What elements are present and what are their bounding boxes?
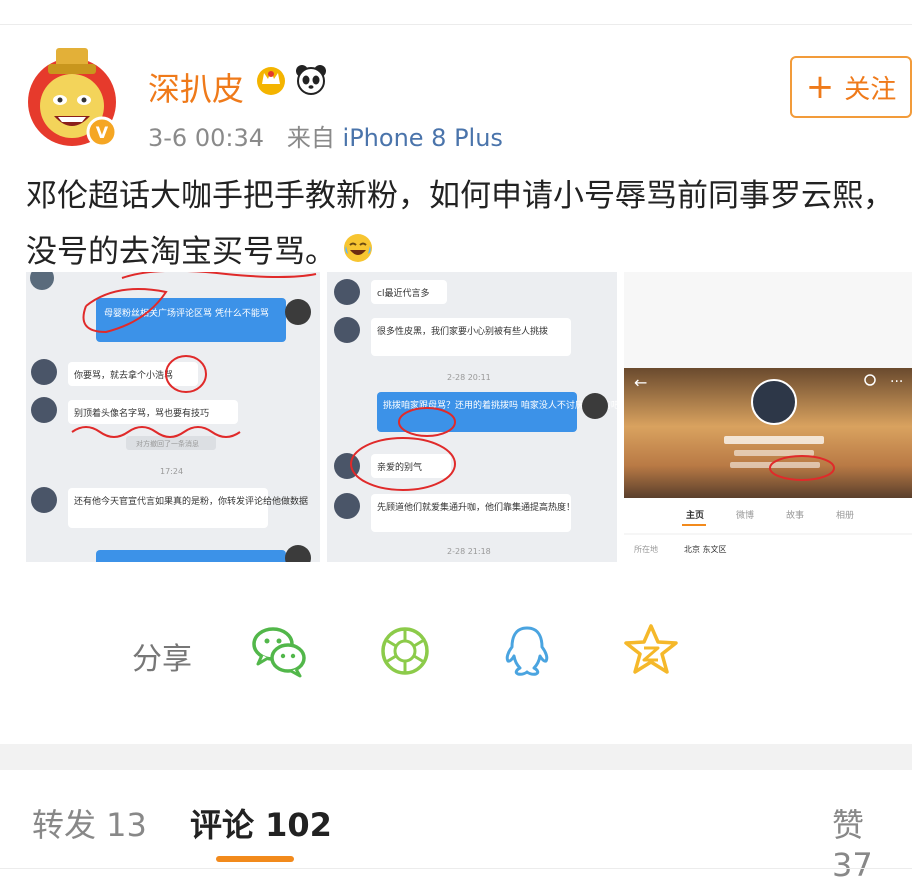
post-time: 3-6 00:34 — [148, 124, 264, 152]
active-tab-indicator — [216, 856, 294, 862]
img1-msg-4: 还有他今天官宣代言如果真的是粉，你转发评论给他做数据 — [74, 495, 308, 507]
img2-time-2: 2-28 21:18 — [447, 547, 491, 556]
wechat-icon[interactable] — [248, 620, 310, 682]
post-image-1[interactable]: 母婴粉丝相关广场评论区骂 凭什么不能骂 你要骂，就去拿个小浩骂 别顶着头像名字骂… — [26, 272, 320, 562]
post-source[interactable]: iPhone 8 Plus — [343, 124, 503, 152]
img3-tab-story: 故事 — [786, 509, 804, 521]
share-label: 分享 — [132, 642, 192, 677]
qzone-icon[interactable] — [620, 620, 682, 682]
username[interactable]: 深扒皮 — [148, 64, 244, 110]
img2-time-1: 2-28 20:11 — [447, 373, 491, 382]
post-image-2[interactable]: cl最近代言多 很多性皮黑，我们家要小心别被有些人挑拨 2-28 20:11 挑… — [327, 272, 617, 562]
post-meta: 3-6 00:34 来自 iPhone 8 Plus — [148, 118, 503, 153]
plus-icon: + — [805, 67, 835, 107]
interaction-tabs: 转发 13 评论 102 赞 37 — [0, 770, 912, 884]
svg-text:←: ← — [634, 373, 647, 392]
user-badges — [254, 62, 328, 96]
img3-tab-album: 相册 — [836, 509, 854, 521]
tabs-bottom-divider — [0, 868, 912, 869]
img1-time: 17:24 — [160, 467, 183, 476]
top-divider — [0, 0, 912, 25]
tab-repost[interactable]: 转发 13 — [32, 800, 147, 846]
post-text: 邓伦超话大咖手把手教新粉，如何申请小号辱骂前同事罗云熙，没号的去淘宝买号骂。 — [26, 168, 896, 282]
img2-msg-4: 亲爱的别气 — [377, 461, 422, 473]
svg-text:V: V — [96, 123, 109, 142]
img1-system: 对方撤回了一条消息 — [136, 439, 199, 448]
source-prefix: 来自 — [286, 124, 335, 152]
follow-label: 关注 — [844, 74, 897, 105]
img3-location: 北京 东文区 — [684, 544, 727, 554]
svg-text:···: ··· — [890, 374, 903, 390]
user-avatar[interactable]: V — [26, 44, 122, 148]
img2-msg-2: 很多性皮黑，我们家要小心别被有些人挑拨 — [377, 325, 548, 337]
crown-icon — [257, 67, 285, 95]
img3-tab-home: 主页 — [686, 509, 704, 521]
post-image-3[interactable]: ← ··· 主页 微博 故事 相册 所在地 北京 东文区 — [624, 272, 912, 562]
tab-comments[interactable]: 评论 102 — [190, 800, 332, 846]
img3-location-label: 所在地 — [634, 544, 658, 554]
img3-tab-weibo: 微博 — [736, 509, 754, 521]
img1-msg-3: 别顶着头像名字骂，骂也要有技巧 — [74, 407, 209, 419]
img1-msg-2: 你要骂，就去拿个小浩骂 — [74, 369, 173, 381]
img2-msg-5: 先顾道他们就爱集通升咖，他们靠集通提高热度！ — [377, 501, 575, 513]
post-body: 邓伦超话大咖手把手教新粉，如何申请小号辱骂前同事罗云熙，没号的去淘宝买号骂。 — [26, 178, 894, 270]
panda-icon — [296, 65, 326, 95]
img1-msg-1: 母婴粉丝相关广场评论区骂 凭什么不能骂 — [104, 307, 269, 319]
follow-button[interactable]: + 关注 — [790, 56, 912, 118]
img2-msg-1: cl最近代言多 — [377, 287, 429, 299]
moments-icon[interactable] — [374, 620, 436, 682]
section-divider — [0, 744, 912, 770]
qq-icon[interactable] — [496, 620, 558, 682]
tab-likes[interactable]: 赞 37 — [832, 800, 912, 884]
share-bar: 分享 — [0, 612, 912, 692]
